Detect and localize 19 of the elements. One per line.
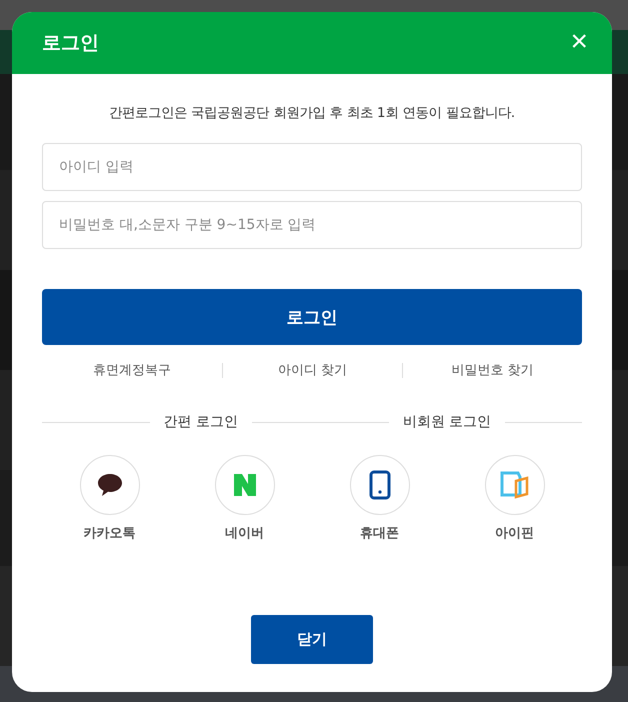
letter-n-icon bbox=[232, 473, 256, 497]
account-link[interactable]: 아이디 찾기 bbox=[222, 363, 402, 378]
login-method-label: 휴대폰 bbox=[360, 525, 399, 542]
section-heading: 간편 로그인 bbox=[164, 413, 238, 431]
login-method-label: 네이버 bbox=[225, 525, 264, 542]
speech-bubble-icon bbox=[96, 473, 122, 497]
phone-icon bbox=[368, 470, 390, 500]
dialog-title: 로그인 bbox=[42, 31, 99, 56]
section-heading: 비회원 로그인 bbox=[402, 413, 492, 431]
account-link[interactable]: 비밀번호 찾기 bbox=[402, 363, 582, 378]
id-field[interactable]: 아이디 입력 bbox=[42, 143, 582, 191]
login-button[interactable]: 로그인 bbox=[42, 289, 582, 345]
notice-text: 간편로그인은 국립공원공단 회원가입 후 최초 1회 연동이 필요합니다. bbox=[108, 105, 516, 122]
account-link[interactable]: 휴면계정복구 bbox=[42, 363, 222, 378]
login-method-label: 카카오톡 bbox=[84, 525, 136, 542]
password-field[interactable]: 비밀번호 대,소문자 구분 9~15자로 입력 bbox=[42, 201, 582, 249]
close-button[interactable]: 닫기 bbox=[251, 615, 373, 664]
overlapping-panels-icon bbox=[500, 471, 530, 499]
login-method-label: 아이핀 bbox=[495, 525, 534, 542]
